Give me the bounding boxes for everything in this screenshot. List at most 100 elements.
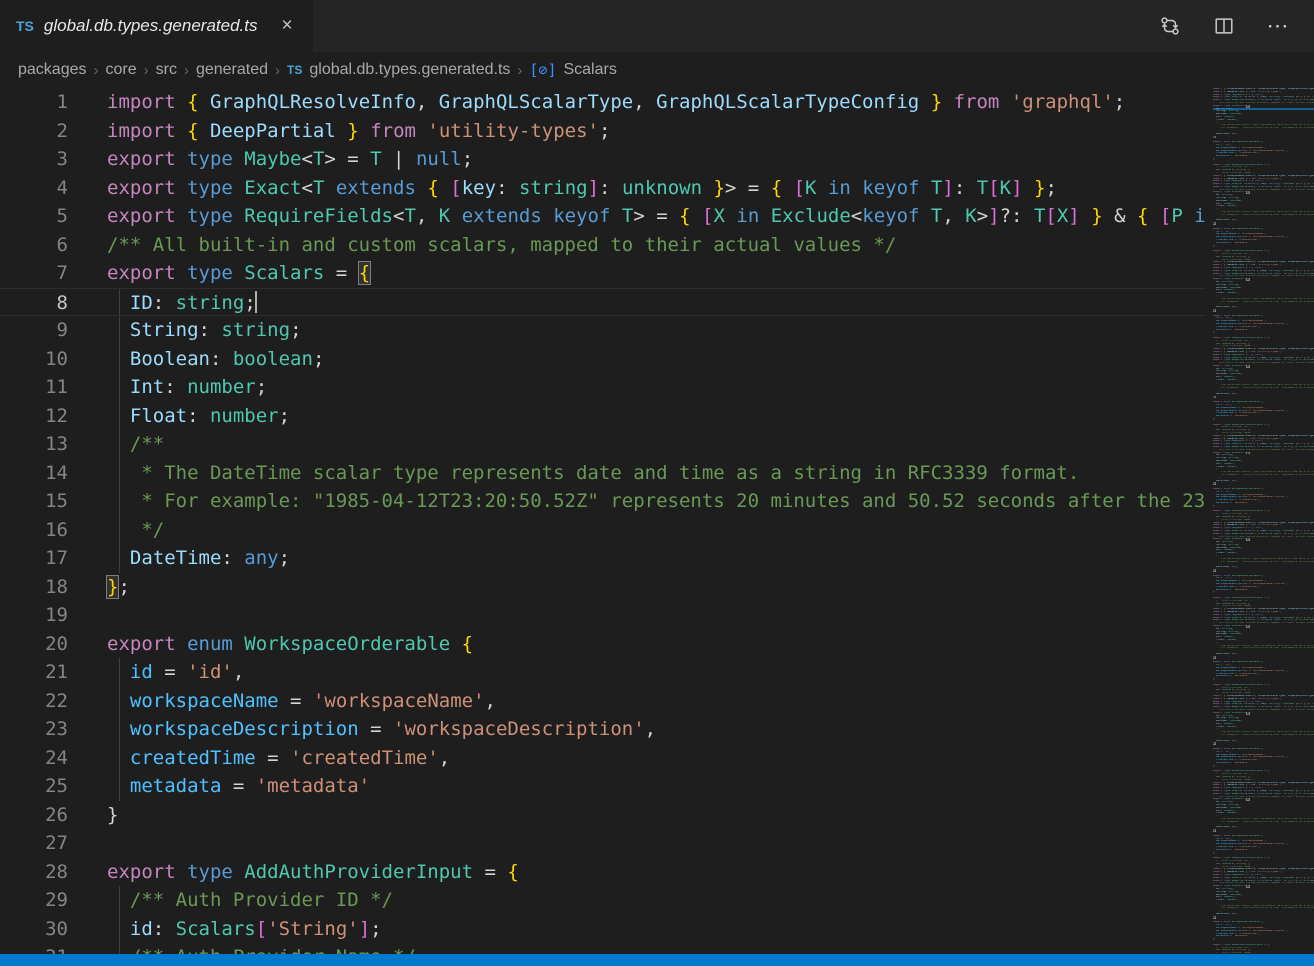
code-token: import (107, 120, 187, 142)
code-token: , (633, 91, 656, 113)
indent-guide (119, 715, 120, 744)
code-token: T (1034, 205, 1045, 227)
indent-guide (119, 316, 120, 345)
breadcrumb-separator: › (94, 62, 99, 79)
indent-guide (119, 345, 120, 374)
code-token: Scalars (244, 262, 324, 284)
line-number: 4 (0, 174, 68, 203)
code-line-29: 29 /** Auth Provider ID */ (0, 886, 1205, 915)
line-number: 26 (0, 801, 68, 830)
code-token: any (244, 547, 278, 569)
code-token: [ (450, 177, 461, 199)
breadcrumb-item-generated[interactable]: generated (196, 61, 268, 79)
code-line-14: 14 * The DateTime scalar type represents… (0, 459, 1205, 488)
line-number: 25 (0, 772, 68, 801)
code-line-17: 17 DateTime: any; (0, 544, 1205, 573)
code-line-28: 28export type AddAuthProviderInput = { (0, 858, 1205, 887)
code-token: P (1171, 205, 1182, 227)
split-editor-icon[interactable] (1210, 12, 1238, 40)
code-token: : (496, 177, 519, 199)
code-token: } (713, 177, 724, 199)
code-token: : (164, 376, 187, 398)
code-token: GraphQLScalarType (439, 91, 633, 113)
breadcrumb-item-symbol[interactable]: [⊘]Scalars (529, 61, 616, 79)
breadcrumb-item-core[interactable]: core (106, 61, 137, 79)
line-text: ID: string; (107, 289, 257, 316)
indent-guide (119, 516, 120, 545)
code-line-18: 18}; (0, 573, 1205, 602)
breadcrumb-separator: › (184, 62, 189, 79)
code-token: 'workspaceName' (313, 690, 485, 712)
more-actions-icon[interactable]: ⋯ (1264, 12, 1292, 40)
line-text: */ (107, 516, 164, 545)
line-number: 5 (0, 202, 68, 231)
tab-bar: TS global.db.types.generated.ts × (0, 0, 1314, 52)
code-token: ; (118, 576, 129, 598)
minimap[interactable]: import { GraphQLResolveInfo, GraphQLScal… (1205, 88, 1314, 954)
code-token (999, 91, 1010, 113)
editor-group: 1import { GraphQLResolveInfo, GraphQLSca… (0, 88, 1314, 954)
code-token: type (187, 177, 244, 199)
code-token (336, 120, 347, 142)
code-token: export (107, 148, 187, 170)
code-token: > = (633, 205, 679, 227)
line-text: export type Exact<T extends { [key: stri… (107, 174, 1057, 203)
line-text: export type RequireFields<T, K extends k… (107, 202, 1205, 231)
breadcrumb: packages›core›src›generated›TSglobal.db.… (0, 52, 1314, 88)
status-bar[interactable] (0, 954, 1314, 966)
code-token: Exact (244, 177, 301, 199)
code-token: < (851, 205, 862, 227)
code-token (610, 205, 621, 227)
code-token (919, 205, 930, 227)
code-token: metadata (130, 775, 222, 797)
code-token (450, 633, 461, 655)
breadcrumb-item-file[interactable]: TSglobal.db.types.generated.ts (287, 61, 510, 79)
code-token: : (599, 177, 622, 199)
editor-tab[interactable]: TS global.db.types.generated.ts × (0, 0, 313, 52)
code-token: string (519, 177, 588, 199)
line-number: 9 (0, 316, 68, 345)
code-token: = (279, 690, 313, 712)
line-text: import { GraphQLResolveInfo, GraphQLScal… (107, 88, 1125, 117)
indent-guide (119, 658, 120, 687)
code-token: workspaceDescription (130, 718, 359, 740)
code-token (439, 177, 450, 199)
code-token: ] (988, 205, 999, 227)
line-text: workspaceName = 'workspaceName', (107, 687, 496, 716)
code-token (416, 120, 427, 142)
code-token (1183, 205, 1194, 227)
code-line-11: 11 Int: number; (0, 373, 1205, 402)
line-text: String: string; (107, 316, 302, 345)
code-token: GraphQLResolveInfo (210, 91, 416, 113)
code-token: workspaceName (130, 690, 279, 712)
code-token: ; (1114, 91, 1125, 113)
code-token: ] (359, 918, 370, 940)
code-token: Maybe (244, 148, 301, 170)
code-line-21: 21 id = 'id', (0, 658, 1205, 687)
line-text: export type Maybe<T> = T | null; (107, 145, 473, 174)
code-editor[interactable]: 1import { GraphQLResolveInfo, GraphQLSca… (0, 88, 1205, 954)
code-token: Float (130, 405, 187, 427)
code-token: } (347, 120, 358, 142)
line-text: id: Scalars['String']; (107, 915, 382, 944)
line-number: 6 (0, 231, 68, 260)
code-token: = (221, 775, 255, 797)
tab-close-icon[interactable]: × (278, 13, 297, 39)
code-token: id (130, 661, 153, 683)
code-token: } (931, 91, 942, 113)
code-line-6: 6/** All built-in and custom scalars, ma… (0, 231, 1205, 260)
tab-title: global.db.types.generated.ts (44, 16, 258, 36)
code-token: : (221, 547, 244, 569)
code-token: number (187, 376, 256, 398)
line-text: id = 'id', (107, 658, 244, 687)
open-changes-icon[interactable] (1156, 12, 1184, 40)
code-token: type (187, 148, 244, 170)
line-number: 13 (0, 430, 68, 459)
code-line-22: 22 workspaceName = 'workspaceName', (0, 687, 1205, 716)
breadcrumb-item-packages[interactable]: packages (18, 61, 87, 79)
code-token (324, 177, 335, 199)
code-token: Int (130, 376, 164, 398)
code-line-8: 8 ID: string; (0, 288, 1205, 317)
breadcrumb-item-src[interactable]: src (156, 61, 177, 79)
code-token: { (1137, 205, 1148, 227)
